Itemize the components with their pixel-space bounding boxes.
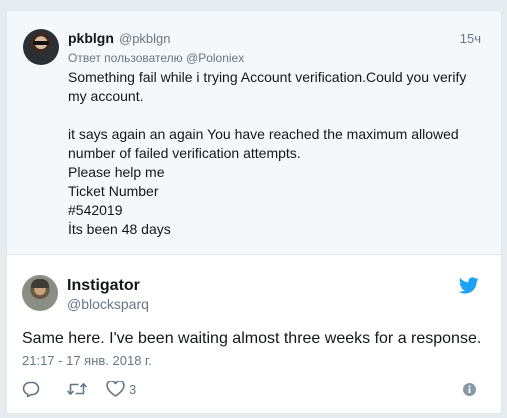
main-tweet-timestamp[interactable]: 21:17 - 17 янв. 2018 г. — [22, 353, 152, 368]
parent-text-line: Please help me — [68, 164, 165, 180]
parent-text-line: my account. — [68, 88, 144, 104]
tweet-actions: 3 — [22, 380, 136, 398]
retweet-button[interactable] — [66, 381, 88, 397]
main-display-name[interactable]: Instigator — [67, 277, 140, 295]
info-icon[interactable] — [463, 383, 476, 396]
parent-text-line: Something fail while i trying Account ve… — [68, 69, 467, 85]
parent-text-line: number of failed verification attempts. — [68, 145, 301, 161]
main-tweet-text: Same here. I've been waiting almost thre… — [22, 330, 482, 347]
twitter-bird-icon[interactable] — [459, 277, 479, 294]
parent-tweet[interactable]: pkblgn @pkblgn 15ч Ответ пользователю @P… — [6, 10, 502, 254]
main-handle[interactable]: @blocksparq — [67, 296, 149, 312]
reply-icon — [22, 381, 40, 397]
replying-to-link[interactable]: @Poloniex — [186, 51, 244, 65]
parent-text-line: Ticket Number — [68, 183, 159, 199]
reply-button[interactable] — [22, 381, 40, 397]
heart-icon — [106, 381, 125, 397]
parent-handle[interactable]: @pkblgn — [119, 31, 171, 46]
main-tweet[interactable]: Instigator @blocksparq Same here. I've b… — [6, 254, 502, 414]
like-button[interactable]: 3 — [106, 381, 136, 397]
parent-text-line — [68, 106, 488, 125]
parent-tweet-text: Something fail while i trying Account ve… — [68, 68, 488, 239]
like-count: 3 — [129, 381, 137, 397]
parent-avatar[interactable] — [23, 29, 59, 65]
tweet-thread: pkblgn @pkblgn 15ч Ответ пользователю @P… — [0, 0, 507, 418]
parent-display-name[interactable]: pkblgn — [68, 30, 114, 46]
retweet-icon — [66, 383, 88, 395]
main-avatar[interactable] — [22, 275, 58, 311]
parent-timestamp[interactable]: 15ч — [460, 31, 481, 46]
parent-text-line: #542019 — [68, 202, 123, 218]
parent-text-line: it says again an again You have reached … — [68, 126, 459, 142]
parent-text-line: İts been 48 days — [68, 221, 171, 237]
replying-to: Ответ пользователю @Poloniex — [68, 51, 244, 65]
replying-prefix: Ответ пользователю — [68, 51, 183, 65]
